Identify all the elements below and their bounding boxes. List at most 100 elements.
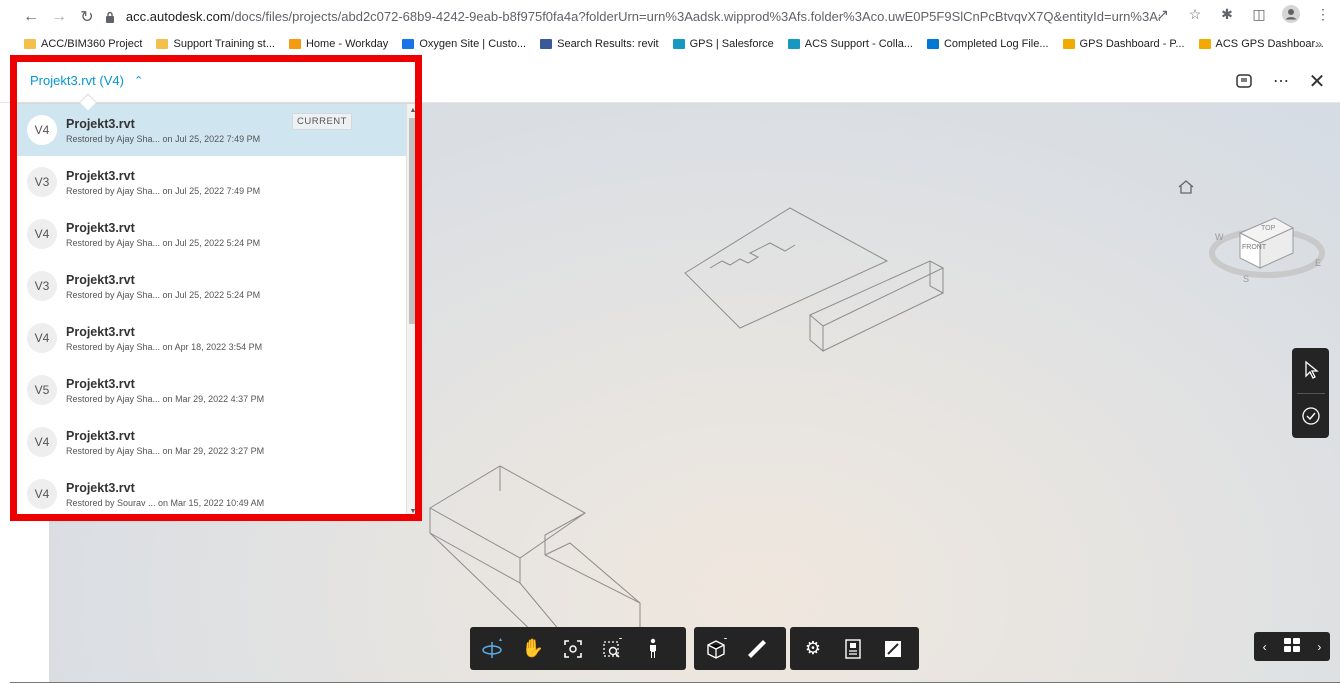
version-info: Projekt3.rvt Restored by Ajay Sha... on J… (66, 169, 260, 196)
bookmark-item[interactable]: Oxygen Site | Custo... (402, 38, 526, 50)
settings-gear-icon[interactable]: ⚙ (796, 632, 830, 666)
bookmark-item[interactable]: Completed Log File... (926, 38, 1049, 50)
bookmark-label: Home - Workday (305, 38, 389, 50)
right-toolbar (1292, 348, 1329, 438)
chevron-left-icon[interactable]: ‹ (1263, 640, 1267, 654)
bookmark-label: Oxygen Site | Custo... (419, 38, 527, 50)
version-row[interactable]: V4 Projekt3.rvt Restored by Ajay Sha... on… (17, 104, 407, 156)
bookmark-favicon-icon (156, 39, 169, 49)
bookmark-item[interactable]: ACS Support - Colla... (787, 38, 913, 50)
markup-check-icon[interactable] (1292, 393, 1329, 438)
version-row[interactable]: V4 Projekt3.rvt Restored by Sourav ... on … (17, 468, 407, 515)
orbit-icon[interactable] (476, 632, 510, 666)
version-list: V4 Projekt3.rvt Restored by Ajay Sha... on… (17, 104, 407, 515)
bookmark-favicon-icon (24, 39, 36, 49)
version-file-name: Projekt3.rvt (66, 480, 135, 495)
file-name: Projekt3.rvt (30, 73, 96, 88)
measure-ruler-icon[interactable] (740, 632, 774, 666)
first-person-icon[interactable] (636, 632, 670, 666)
version-info: Projekt3.rvt Restored by Ajay Sha... on J… (66, 273, 260, 300)
bookmark-item[interactable]: GPS | Salesforce (672, 38, 774, 50)
select-cursor-icon[interactable] (1292, 348, 1329, 393)
bookmark-item[interactable]: Home - Workday (288, 38, 389, 50)
bookmark-favicon-icon (787, 39, 800, 49)
sheet-pager: ‹ › (1254, 632, 1330, 661)
version-label: (V4) (99, 73, 124, 88)
more-options-icon[interactable]: ⋯ (1270, 70, 1292, 92)
bookmark-favicon-icon (1062, 39, 1075, 49)
close-icon[interactable]: ✕ (1306, 70, 1328, 93)
lock-icon (105, 11, 118, 23)
version-row[interactable]: V3 Projekt3.rvt Restored by Ajay Sha... on… (17, 156, 407, 208)
bookmark-item[interactable]: GPS Dashboard - P... (1062, 38, 1185, 50)
grid-view-icon[interactable] (1283, 638, 1300, 655)
url-path: /docs/files/projects/abd2c072-68b9-4242-… (230, 9, 1160, 24)
scrollbar-thumb[interactable] (409, 118, 417, 324)
version-meta: Restored by Ajay Sha... on Jul 25, 2022 … (66, 133, 261, 144)
side-panel-icon[interactable]: ◫ (1250, 5, 1268, 23)
version-row[interactable]: V4 Projekt3.rvt Restored by Ajay Sha... on… (17, 312, 407, 364)
version-info: Projekt3.rvt Restored by Sourav ... on Ma… (66, 481, 264, 508)
bookmark-item[interactable]: Search Results: revit (540, 38, 659, 50)
version-row[interactable]: V4 Projekt3.rvt Restored by Ajay Sha... on… (17, 208, 407, 260)
app-header: Projekt3.rvt (V4) ⌃ ⋯ ✕ (0, 58, 1340, 103)
scroll-down-icon[interactable]: ▼ (407, 505, 418, 515)
version-meta: Restored by Sourav ... on Mar 15, 2022 1… (66, 497, 265, 508)
version-selector[interactable]: Projekt3.rvt (V4) ⌃ (30, 73, 143, 88)
bookmark-label: ACS Support - Colla... (804, 38, 913, 50)
version-file-name: Projekt3.rvt (66, 220, 135, 235)
view-cube[interactable]: TOP FRONT W S E (1205, 188, 1330, 288)
star-icon[interactable]: ☆ (1186, 5, 1204, 23)
bookmark-label: Completed Log File... (943, 38, 1049, 50)
menu-kebab-icon[interactable]: ⋮ (1314, 5, 1332, 23)
version-badge: V3 (27, 167, 57, 197)
reload-icon[interactable]: ↻ (76, 6, 98, 28)
extensions-icon[interactable]: ✱ (1218, 5, 1236, 23)
version-row[interactable]: V3 Projekt3.rvt Restored by Ajay Sha... on… (17, 260, 407, 312)
address-bar[interactable]: acc.autodesk.com /docs/files/projects/ab… (105, 4, 1160, 29)
model-browser-icon[interactable] (836, 632, 870, 666)
viewcube-s-label: S (1243, 274, 1249, 284)
compare-icon[interactable] (1234, 70, 1256, 92)
viewer-app: Projekt3.rvt (V4) ⌃ ⋯ ✕ TOP FRONT W S E … (0, 58, 1340, 684)
back-icon[interactable]: ← (20, 6, 42, 28)
browser-toolbar: ← → ↻ acc.autodesk.com /docs/files/proje… (0, 0, 1340, 33)
viewcube-w-label: W (1215, 232, 1224, 242)
bookmark-label: ACC/BIM360 Project (41, 38, 143, 50)
bookmark-label: ACS GPS Dashboar... (1215, 38, 1324, 50)
version-row[interactable]: V4 Projekt3.rvt Restored by Ajay Sha... on… (17, 416, 407, 468)
divider (10, 682, 1340, 683)
chevron-right-icon[interactable]: › (1317, 640, 1321, 654)
section-box-icon[interactable] (700, 632, 734, 666)
version-meta: Restored by Ajay Sha... on Jul 25, 2022 … (66, 237, 261, 248)
version-file-name: Projekt3.rvt (66, 324, 135, 339)
bookmark-item[interactable]: Support Training st... (156, 38, 275, 50)
bookmarks-more-icon[interactable]: » (1315, 37, 1322, 51)
profile-icon[interactable] (1282, 5, 1300, 23)
fullscreen-icon[interactable] (876, 632, 910, 666)
version-meta: Restored by Ajay Sha... on Apr 18, 2022 … (66, 341, 263, 352)
version-info: Projekt3.rvt Restored by Ajay Sha... on M… (66, 377, 264, 404)
forward-icon[interactable]: → (48, 6, 70, 28)
share-icon[interactable]: ↗ (1154, 5, 1172, 23)
scroll-up-icon[interactable]: ▲ (407, 104, 418, 116)
home-icon[interactable] (1177, 178, 1195, 196)
bookmarks-bar: ACC/BIM360 Project Support Training st...… (0, 33, 1340, 55)
bookmark-item[interactable]: ACS GPS Dashboar... (1198, 38, 1324, 50)
scrollbar[interactable]: ▲ ▼ (406, 104, 418, 515)
zoom-window-icon[interactable] (596, 632, 630, 666)
fit-to-view-icon[interactable] (556, 632, 590, 666)
viewcube-front-label: FRONT (1242, 244, 1267, 251)
version-badge: V4 (27, 219, 57, 249)
version-badge: V4 (27, 115, 57, 145)
version-row[interactable]: V5 Projekt3.rvt Restored by Ajay Sha... on… (17, 364, 407, 416)
version-badge: V4 (27, 427, 57, 457)
settings-toolbar: ⚙ (790, 627, 919, 670)
bookmark-favicon-icon (288, 39, 301, 49)
bookmark-label: Support Training st... (173, 38, 275, 50)
version-info: Projekt3.rvt Restored by Ajay Sha... on J… (66, 221, 260, 248)
version-meta: Restored by Ajay Sha... on Mar 29, 2022 … (66, 393, 265, 404)
version-file-name: Projekt3.rvt (66, 168, 135, 183)
pan-hand-icon[interactable]: ✋ (516, 632, 550, 666)
bookmark-item[interactable]: ACC/BIM360 Project (24, 38, 142, 50)
